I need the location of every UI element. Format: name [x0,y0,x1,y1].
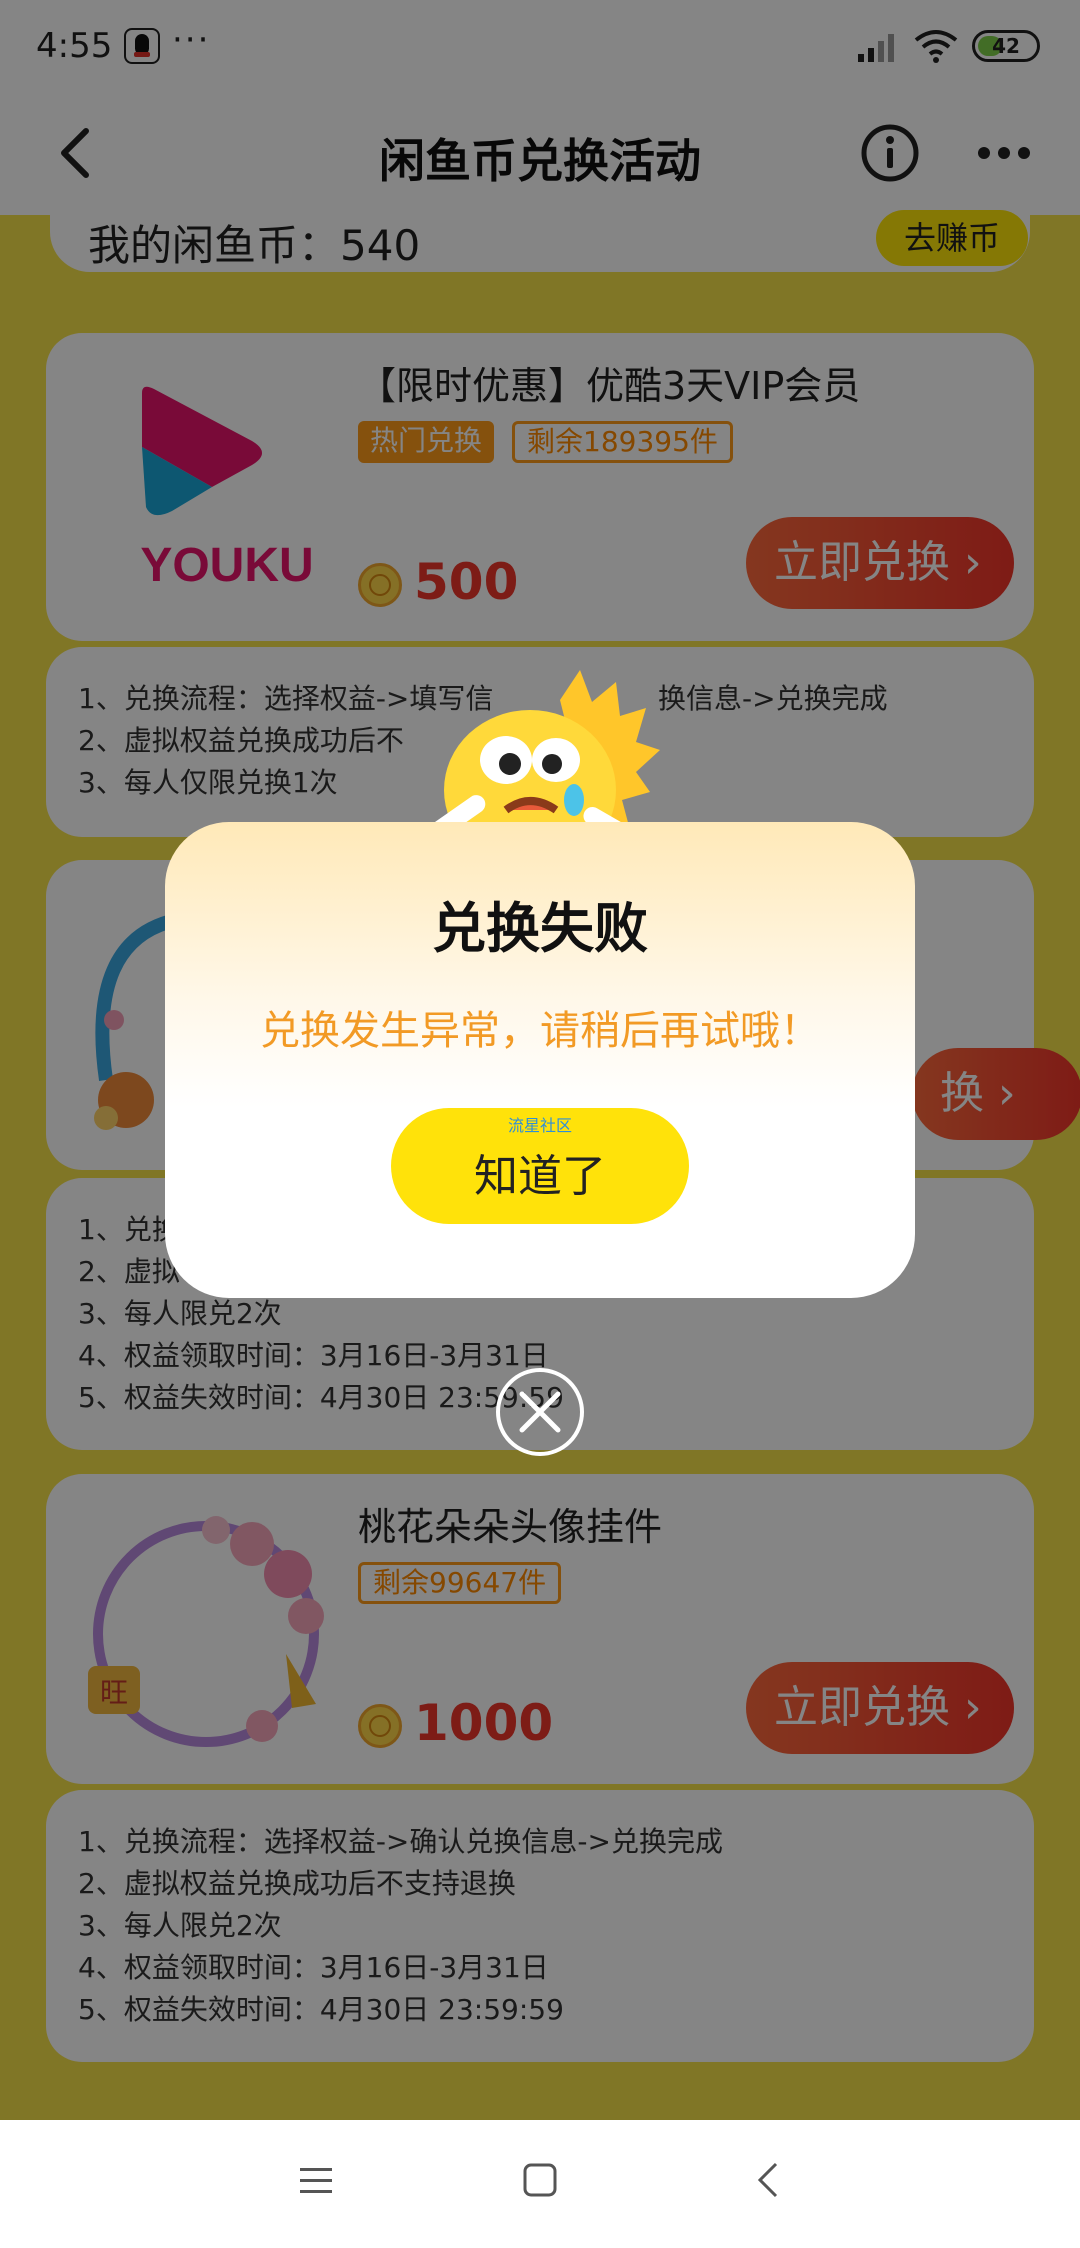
home-icon[interactable] [522,2162,558,2198]
error-dialog: 兑换失败 兑换发生异常，请稍后再试哦！ 流星社区 知道了 [165,822,915,1298]
menu-icon[interactable] [298,2162,334,2198]
nav-back-icon[interactable] [752,2160,782,2200]
close-icon[interactable] [494,1366,586,1458]
dialog-message: 兑换发生异常，请稍后再试哦！ [260,1008,820,1054]
watermark-text: 流星社区 [507,1116,572,1135]
system-nav-bar [0,2120,1080,2248]
ok-button[interactable]: 流星社区 知道了 [391,1108,689,1224]
dialog-title: 兑换失败 [432,897,648,960]
ok-button-label: 知道了 [474,1151,606,1202]
